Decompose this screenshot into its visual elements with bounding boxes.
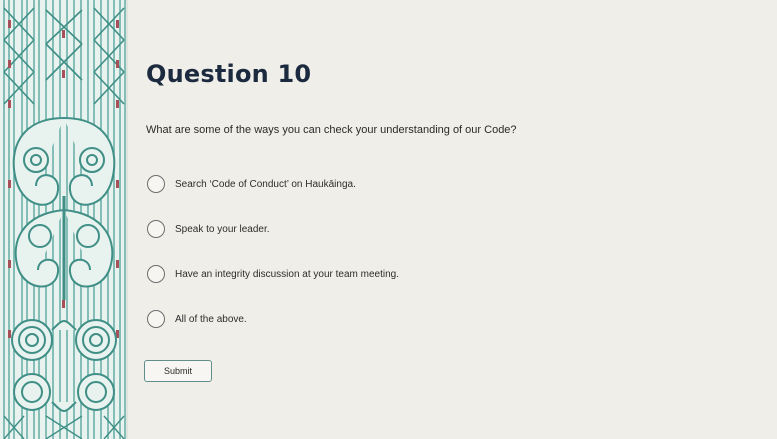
maori-pattern-icon (0, 0, 128, 439)
radio-unchecked-icon[interactable] (147, 265, 165, 283)
radio-unchecked-icon[interactable] (147, 220, 165, 238)
answer-options: Search ‘Code of Conduct’ on Haukāinga. S… (146, 171, 606, 351)
decorative-pattern-border (0, 0, 128, 439)
radio-unchecked-icon[interactable] (147, 175, 165, 193)
answer-option-2[interactable]: Speak to your leader. (146, 216, 606, 261)
answer-option-label: Speak to your leader. (175, 224, 270, 235)
answer-option-label: Search ‘Code of Conduct’ on Haukāinga. (175, 179, 356, 190)
question-prompt: What are some of the ways you can check … (146, 124, 517, 136)
quiz-page: Question 10 What are some of the ways yo… (0, 0, 777, 439)
answer-option-label: All of the above. (175, 314, 247, 325)
question-content: Question 10 What are some of the ways yo… (144, 0, 777, 439)
answer-option-label: Have an integrity discussion at your tea… (175, 269, 399, 280)
answer-option-3[interactable]: Have an integrity discussion at your tea… (146, 261, 606, 306)
answer-option-1[interactable]: Search ‘Code of Conduct’ on Haukāinga. (146, 171, 606, 216)
answer-option-4[interactable]: All of the above. (146, 306, 606, 351)
radio-unchecked-icon[interactable] (147, 310, 165, 328)
submit-button[interactable]: Submit (144, 360, 212, 382)
question-title: Question 10 (146, 60, 312, 88)
